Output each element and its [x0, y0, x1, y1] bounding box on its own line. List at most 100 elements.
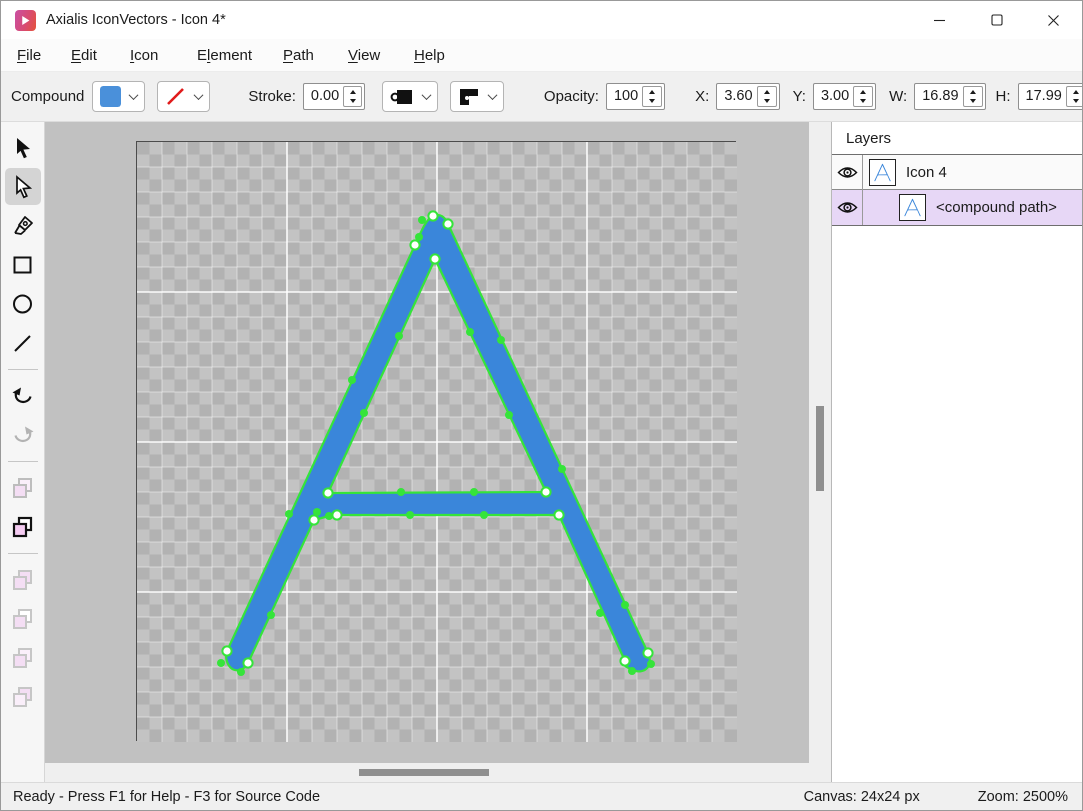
opacity-label: Opacity:	[544, 88, 599, 105]
exclude-tool-button[interactable]	[5, 678, 41, 715]
spin-up-button[interactable]	[344, 87, 361, 97]
stroke-color-swatch	[165, 86, 186, 107]
w-spinbox[interactable]: 16.89	[914, 83, 985, 110]
menu-help[interactable]: Help	[414, 43, 464, 68]
spin-down-button[interactable]	[643, 97, 661, 107]
subtract-tool-button[interactable]	[5, 600, 41, 637]
eye-icon	[837, 165, 858, 180]
pen-tool-button[interactable]	[5, 207, 41, 244]
redo-button[interactable]	[5, 416, 41, 453]
divider	[862, 190, 863, 225]
chevron-down-icon	[487, 90, 497, 100]
canvas-svg[interactable]	[137, 142, 737, 742]
direct-select-tool-button[interactable]	[5, 168, 41, 205]
opacity-spinbox[interactable]: 100	[606, 83, 665, 110]
x-label: X:	[695, 88, 709, 105]
compound-tool-button[interactable]	[5, 508, 41, 545]
stroke-label: Stroke:	[248, 88, 296, 105]
tool-separator	[8, 369, 38, 370]
tool-separator	[8, 553, 38, 554]
menu-view[interactable]: View	[348, 43, 414, 68]
selection-type-label: Compound	[11, 88, 84, 105]
horizontal-scrollbar-thumb[interactable]	[359, 769, 489, 776]
layer-name[interactable]: <compound path>	[936, 199, 1057, 216]
line-join-icon	[458, 88, 480, 106]
spin-down-button[interactable]	[964, 97, 982, 107]
x-spinbox[interactable]: 3.60	[716, 83, 779, 110]
ellipse-icon	[11, 292, 35, 316]
select-tool-button[interactable]	[5, 129, 41, 166]
menu-file[interactable]: File	[17, 43, 71, 68]
properties-toolbar: Compound Stroke: 0.00	[1, 72, 1082, 122]
layer-thumbnail	[899, 194, 926, 221]
redo-icon	[11, 424, 35, 446]
group-tool-button[interactable]	[5, 469, 41, 506]
y-spinbox[interactable]: 3.00	[813, 83, 876, 110]
window-title: Axialis IconVectors - Icon 4*	[46, 12, 226, 28]
close-button[interactable]	[1025, 1, 1082, 39]
spin-down-button[interactable]	[1067, 97, 1083, 107]
group-icon	[11, 476, 35, 500]
fill-color-dropdown[interactable]	[92, 81, 145, 112]
intersect-icon	[11, 646, 35, 670]
status-bar: Ready - Press F1 for Help - F3 for Sourc…	[1, 782, 1082, 810]
rectangle-tool-button[interactable]	[5, 246, 41, 283]
line-join-dropdown[interactable]	[450, 81, 504, 112]
spin-up-button[interactable]	[758, 87, 776, 97]
undo-button[interactable]	[5, 377, 41, 414]
union-tool-button[interactable]	[5, 561, 41, 598]
layers-header: Layers	[832, 122, 1082, 154]
line-tool-button[interactable]	[5, 324, 41, 361]
layer-thumbnail	[869, 159, 896, 186]
stroke-color-dropdown[interactable]	[157, 81, 210, 112]
menu-bar: File Edit Icon Element Path View Help	[1, 39, 1082, 72]
chevron-down-icon	[194, 90, 204, 100]
spin-down-button[interactable]	[344, 97, 361, 107]
compound-icon	[11, 515, 35, 539]
layer-row-compound-path[interactable]: <compound path>	[832, 190, 1082, 225]
vertical-scrollbar[interactable]	[809, 122, 831, 782]
spin-up-button[interactable]	[964, 87, 982, 97]
exclude-icon	[11, 685, 35, 709]
pen-icon	[11, 214, 35, 238]
tool-palette	[1, 122, 45, 782]
title-bar: Axialis IconVectors - Icon 4*	[1, 1, 1082, 39]
intersect-tool-button[interactable]	[5, 639, 41, 676]
spin-down-button[interactable]	[758, 97, 776, 107]
layers-panel: Layers Icon 4	[831, 122, 1082, 782]
layer-row-icon4[interactable]: Icon 4	[832, 155, 1082, 190]
spin-up-button[interactable]	[854, 87, 872, 97]
menu-path[interactable]: Path	[283, 43, 348, 68]
y-label: Y:	[793, 88, 806, 105]
maximize-button[interactable]	[968, 1, 1025, 39]
divider	[862, 155, 863, 190]
layers-list: Icon 4 <compound path>	[832, 154, 1082, 226]
direct-select-arrow-icon	[12, 175, 34, 199]
canvas-region	[45, 122, 809, 782]
layer-name[interactable]: Icon 4	[906, 164, 947, 181]
line-icon	[11, 331, 35, 355]
select-arrow-icon	[12, 136, 34, 160]
vertical-scrollbar-thumb[interactable]	[816, 406, 824, 491]
spin-up-button[interactable]	[643, 87, 661, 97]
menu-element[interactable]: Element	[197, 43, 283, 68]
menu-icon[interactable]: Icon	[130, 43, 197, 68]
h-spinbox[interactable]: 17.99	[1018, 83, 1083, 110]
canvas-size-indicator: Canvas: 24x24 px	[804, 789, 920, 805]
app-window: Axialis IconVectors - Icon 4* File Edit …	[0, 0, 1083, 811]
minimize-button[interactable]	[911, 1, 968, 39]
stroke-width-spinbox[interactable]: 0.00	[303, 83, 365, 110]
rectangle-icon	[11, 253, 35, 277]
horizontal-scrollbar[interactable]	[45, 763, 809, 782]
spin-down-button[interactable]	[854, 97, 872, 107]
ellipse-tool-button[interactable]	[5, 285, 41, 322]
line-cap-dropdown[interactable]	[382, 81, 438, 112]
visibility-toggle[interactable]	[832, 165, 862, 180]
visibility-toggle[interactable]	[832, 200, 862, 215]
canvas-workspace[interactable]	[45, 122, 809, 763]
spin-up-button[interactable]	[1067, 87, 1083, 97]
undo-icon	[11, 385, 35, 407]
app-logo-icon	[15, 10, 36, 31]
menu-edit[interactable]: Edit	[71, 43, 130, 68]
chevron-down-icon	[421, 90, 431, 100]
